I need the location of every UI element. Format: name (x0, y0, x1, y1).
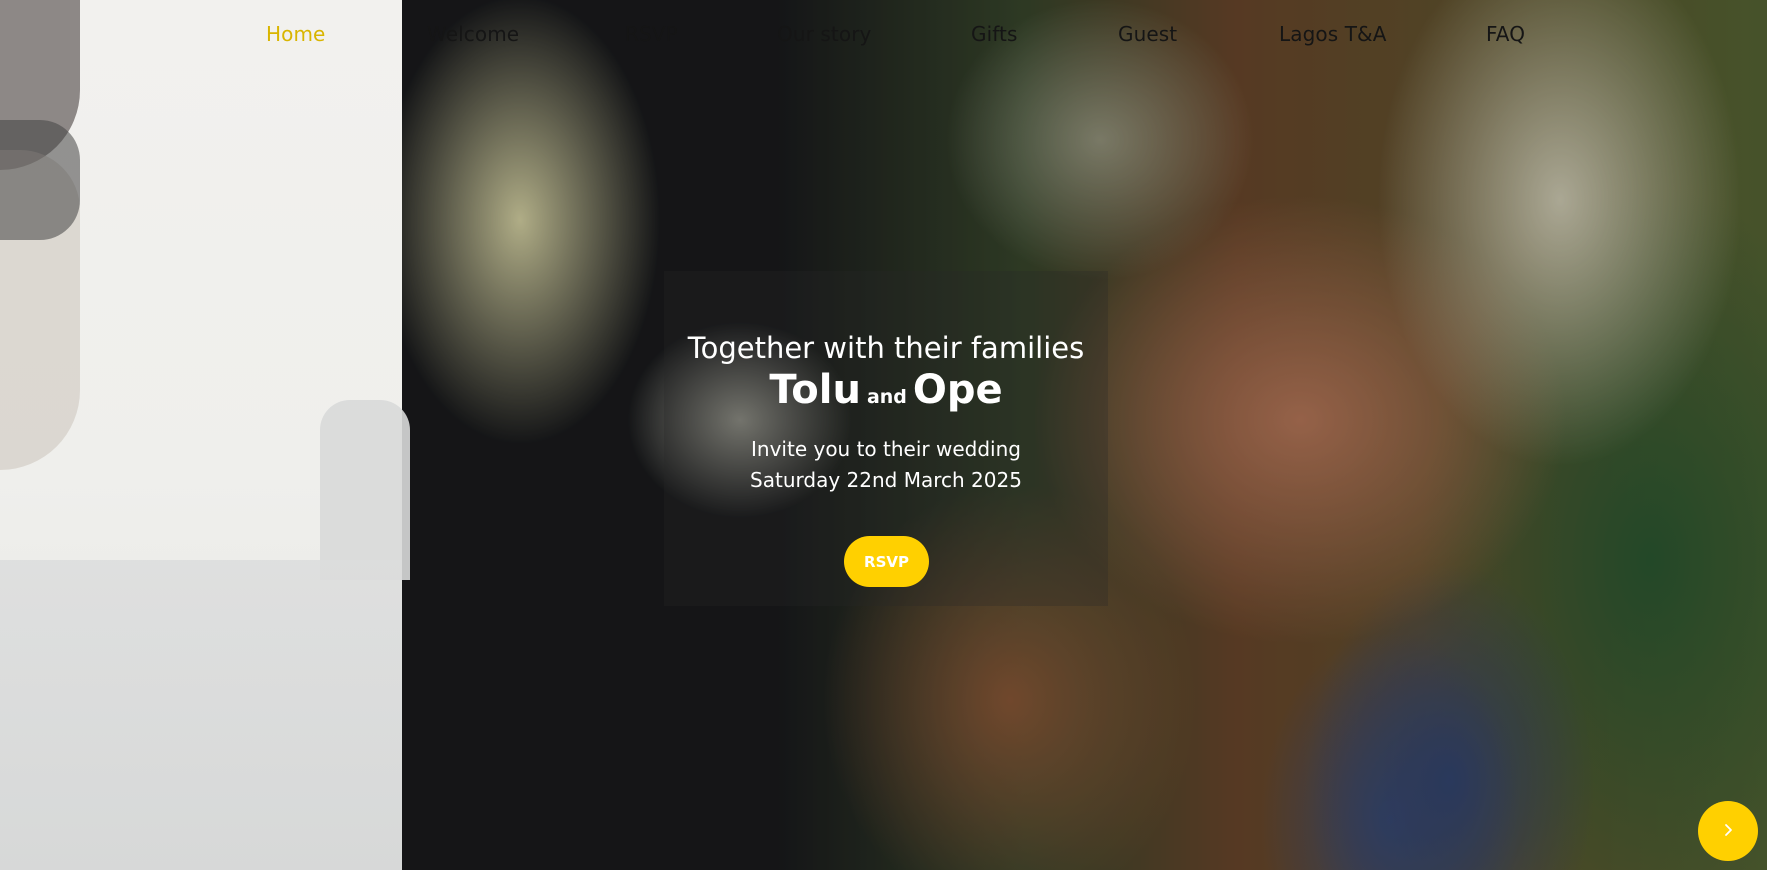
nav-home[interactable]: Home (266, 22, 325, 46)
nav-welcome[interactable]: Welcome (427, 22, 519, 46)
main-nav: Home Welcome RSVP Our story Gifts Guest … (0, 14, 1767, 58)
left-photo-couch-arm (320, 400, 410, 580)
nav-faq[interactable]: FAQ (1486, 22, 1525, 46)
next-slide-button[interactable] (1698, 801, 1758, 861)
invite-text: Invite you to their wedding (751, 437, 1021, 461)
name-connector: and (866, 386, 907, 408)
name-second: Ope (912, 367, 1003, 413)
invitation-card: Together with their families Tolu and Ope … (664, 271, 1108, 606)
chevron-right-icon (1721, 823, 1735, 840)
name-first: Tolu (769, 367, 861, 413)
couple-names: Tolu and Ope (664, 367, 1108, 413)
nav-lagos-ta[interactable]: Lagos T&A (1279, 22, 1387, 46)
wedding-date: Saturday 22nd March 2025 (750, 468, 1022, 492)
left-side-panel (0, 0, 410, 870)
left-photo-couch (0, 560, 402, 870)
nav-gifts[interactable]: Gifts (971, 22, 1018, 46)
nav-guest[interactable]: Guest (1118, 22, 1177, 46)
nav-our-story[interactable]: Our story (777, 22, 871, 46)
left-photo-sleeve (0, 120, 80, 240)
intro-text: Together with their families (687, 331, 1085, 365)
nav-rsvp[interactable]: RSVP (625, 22, 678, 46)
rsvp-button[interactable]: RSVP (844, 536, 929, 587)
